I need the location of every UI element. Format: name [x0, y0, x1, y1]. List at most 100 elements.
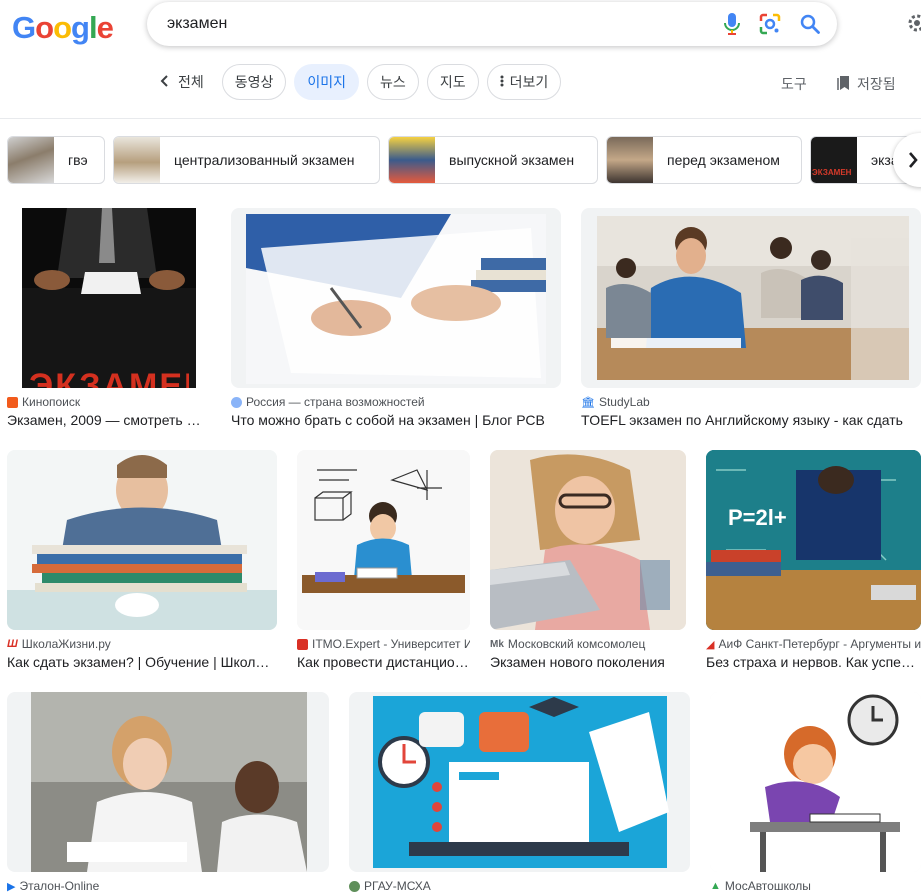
search-input[interactable]: экзамен [167, 15, 227, 33]
tab-label: 더보기 [509, 74, 549, 90]
tab-news[interactable]: 뉴스 [367, 64, 419, 100]
chip-thumbnail [389, 137, 435, 183]
source-name: ШколаЖизни.ру [21, 637, 111, 651]
mk-favicon: Mk [490, 638, 504, 650]
result-source[interactable]: ◢ АиФ Санкт-Петербург - Аргументы и Факт… [706, 637, 921, 651]
tab-maps[interactable]: 지도 [426, 64, 479, 100]
chevron-left-icon [160, 74, 168, 90]
result-thumbnail[interactable]: P=2l+ [706, 450, 921, 630]
result-title[interactable]: Как сдать экзамен? | Обучение | Школа Жи… [7, 654, 277, 670]
mic-icon[interactable] [723, 12, 741, 41]
aif-favicon: ◢ [706, 638, 715, 651]
lens-icon[interactable] [759, 13, 781, 40]
result-source[interactable]: ITMO.Expert - Университет ИТМО [297, 637, 470, 651]
tab-label: 전체 [178, 74, 204, 90]
tab-label: 뉴스 [380, 74, 406, 90]
search-icon[interactable] [799, 13, 821, 40]
saved-button[interactable]: 저장됨 [837, 74, 896, 94]
chip-cover-text: ЭКЗАМЕН [812, 168, 852, 177]
source-name: АиФ Санкт-Петербург - Аргументы и Факты [718, 637, 921, 651]
source-name: Россия — страна возможностей [246, 395, 425, 409]
poster-title: ЭКЗАМЕН [29, 367, 189, 388]
gear-icon[interactable] [905, 12, 921, 39]
image-result[interactable]: ЭКЗАМЕН Кинопоиск Экзамен, 2009 — смотре… [7, 208, 211, 428]
search-box[interactable]: экзамен [147, 2, 837, 46]
result-thumbnail[interactable]: ЭКЗАМЕН [7, 208, 211, 388]
result-thumbnail[interactable] [710, 692, 921, 872]
shkolazhizni-favicon: Ш [7, 638, 18, 650]
tab-videos[interactable]: 동영상 [221, 64, 287, 100]
more-vert-icon [500, 74, 504, 90]
tools-button[interactable]: 도구 [781, 74, 807, 94]
tab-label: 동영상 [234, 74, 274, 90]
image-result[interactable]: ▶ Эталон-Online [7, 692, 329, 893]
result-source[interactable]: Mk Московский комсомолец [490, 637, 686, 651]
tab-label: 지도 [439, 74, 466, 90]
image-result[interactable]: ITMO.Expert - Университет ИТМО Как прове… [297, 450, 470, 670]
result-thumbnail[interactable] [7, 692, 329, 872]
image-result[interactable]: РГАУ-МСХА [349, 692, 690, 893]
result-title[interactable]: Без страха и нервов. Как успешно сдать э… [706, 654, 921, 670]
image-result[interactable]: Mk Московский комсомолец Экзамен нового … [490, 450, 686, 670]
bookmark-icon [837, 75, 851, 94]
source-name: StudyLab [598, 395, 650, 409]
chip-thumbnail [8, 137, 54, 183]
result-title[interactable]: Что можно брать с собой на экзамен | Бло… [231, 412, 561, 428]
studylab-favicon: 🏛 [581, 396, 595, 409]
result-thumbnail[interactable] [581, 208, 921, 388]
kinopoisk-favicon [7, 396, 18, 408]
tab-all[interactable]: 전체 [156, 64, 214, 100]
source-name: Кинопоиск [22, 395, 81, 409]
chip-thumbnail [607, 137, 653, 183]
source-name: МосАвтошколы [724, 879, 811, 893]
result-source[interactable]: Ш ШколаЖизни.ру [7, 637, 277, 651]
result-source[interactable]: РГАУ-МСХА [349, 879, 690, 893]
image-result[interactable]: 🏛 StudyLab TOEFL экзамен по Английскому … [581, 208, 921, 428]
google-logo[interactable]: Google [12, 10, 114, 46]
rgau-favicon [349, 880, 360, 892]
tab-label: 이미지 [307, 74, 347, 90]
header-divider [0, 118, 921, 119]
related-chip-graduation[interactable]: выпускной экзамен [388, 136, 598, 184]
chip-thumbnail [114, 137, 160, 183]
source-name: Эталон-Online [19, 879, 100, 893]
result-source[interactable]: Кинопоиск [7, 395, 211, 409]
result-title[interactable]: Экзамен нового поколения [490, 654, 686, 670]
saved-label: 저장됨 [857, 76, 896, 92]
result-thumbnail[interactable] [297, 450, 470, 630]
chip-label: выпускной экзамен [449, 152, 575, 168]
result-thumbnail[interactable] [231, 208, 561, 388]
tab-more[interactable]: 더보기 [486, 64, 562, 100]
chip-label: централизованный экзамен [174, 152, 355, 168]
chip-thumbnail: ЭКЗАМЕН [811, 137, 857, 183]
itmo-favicon [297, 638, 308, 650]
chevron-right-icon [908, 152, 918, 173]
image-result[interactable]: Россия — страна возможностей Что можно б… [231, 208, 561, 428]
result-title[interactable]: TOEFL экзамен по Английскому языку - как… [581, 412, 921, 428]
chip-label: перед экзаменом [667, 152, 780, 168]
result-source[interactable]: ▶ Эталон-Online [7, 879, 329, 893]
related-chip-gve[interactable]: гвэ [7, 136, 105, 184]
result-title[interactable]: Как провести дистанционный экзамен [297, 654, 470, 670]
related-chip-centralized[interactable]: централизованный экзамен [113, 136, 380, 184]
result-source[interactable]: ▲ МосАвтошколы [710, 879, 921, 893]
image-result[interactable]: Ш ШколаЖизни.ру Как сдать экзамен? | Обу… [7, 450, 277, 670]
related-chip-before-exam[interactable]: перед экзаменом [606, 136, 802, 184]
tab-images[interactable]: 이미지 [294, 64, 360, 100]
result-thumbnail[interactable] [349, 692, 690, 872]
rsv-favicon [231, 396, 242, 408]
result-source[interactable]: 🏛 StudyLab [581, 395, 921, 409]
chip-label: гвэ [68, 152, 88, 168]
result-title[interactable]: Экзамен, 2009 — смотреть фильм онлайн [7, 412, 211, 428]
source-name: Московский комсомолец [507, 637, 646, 651]
result-source[interactable]: Россия — страна возможностей [231, 395, 561, 409]
image-result[interactable]: ▲ МосАвтошколы [710, 692, 921, 893]
result-thumbnail[interactable] [490, 450, 686, 630]
chalkboard-formula: P=2l+ [728, 505, 787, 530]
source-name: ITMO.Expert - Университет ИТМО [312, 637, 470, 651]
mosavtoshkoly-favicon: ▲ [710, 880, 721, 892]
result-thumbnail[interactable] [7, 450, 277, 630]
image-result[interactable]: P=2l+ ◢ АиФ Санкт-Петербург - Аргументы … [706, 450, 921, 670]
etalon-favicon: ▶ [7, 880, 16, 893]
search-tabs: 전체 동영상 이미지 뉴스 지도 더보기 [156, 64, 562, 100]
